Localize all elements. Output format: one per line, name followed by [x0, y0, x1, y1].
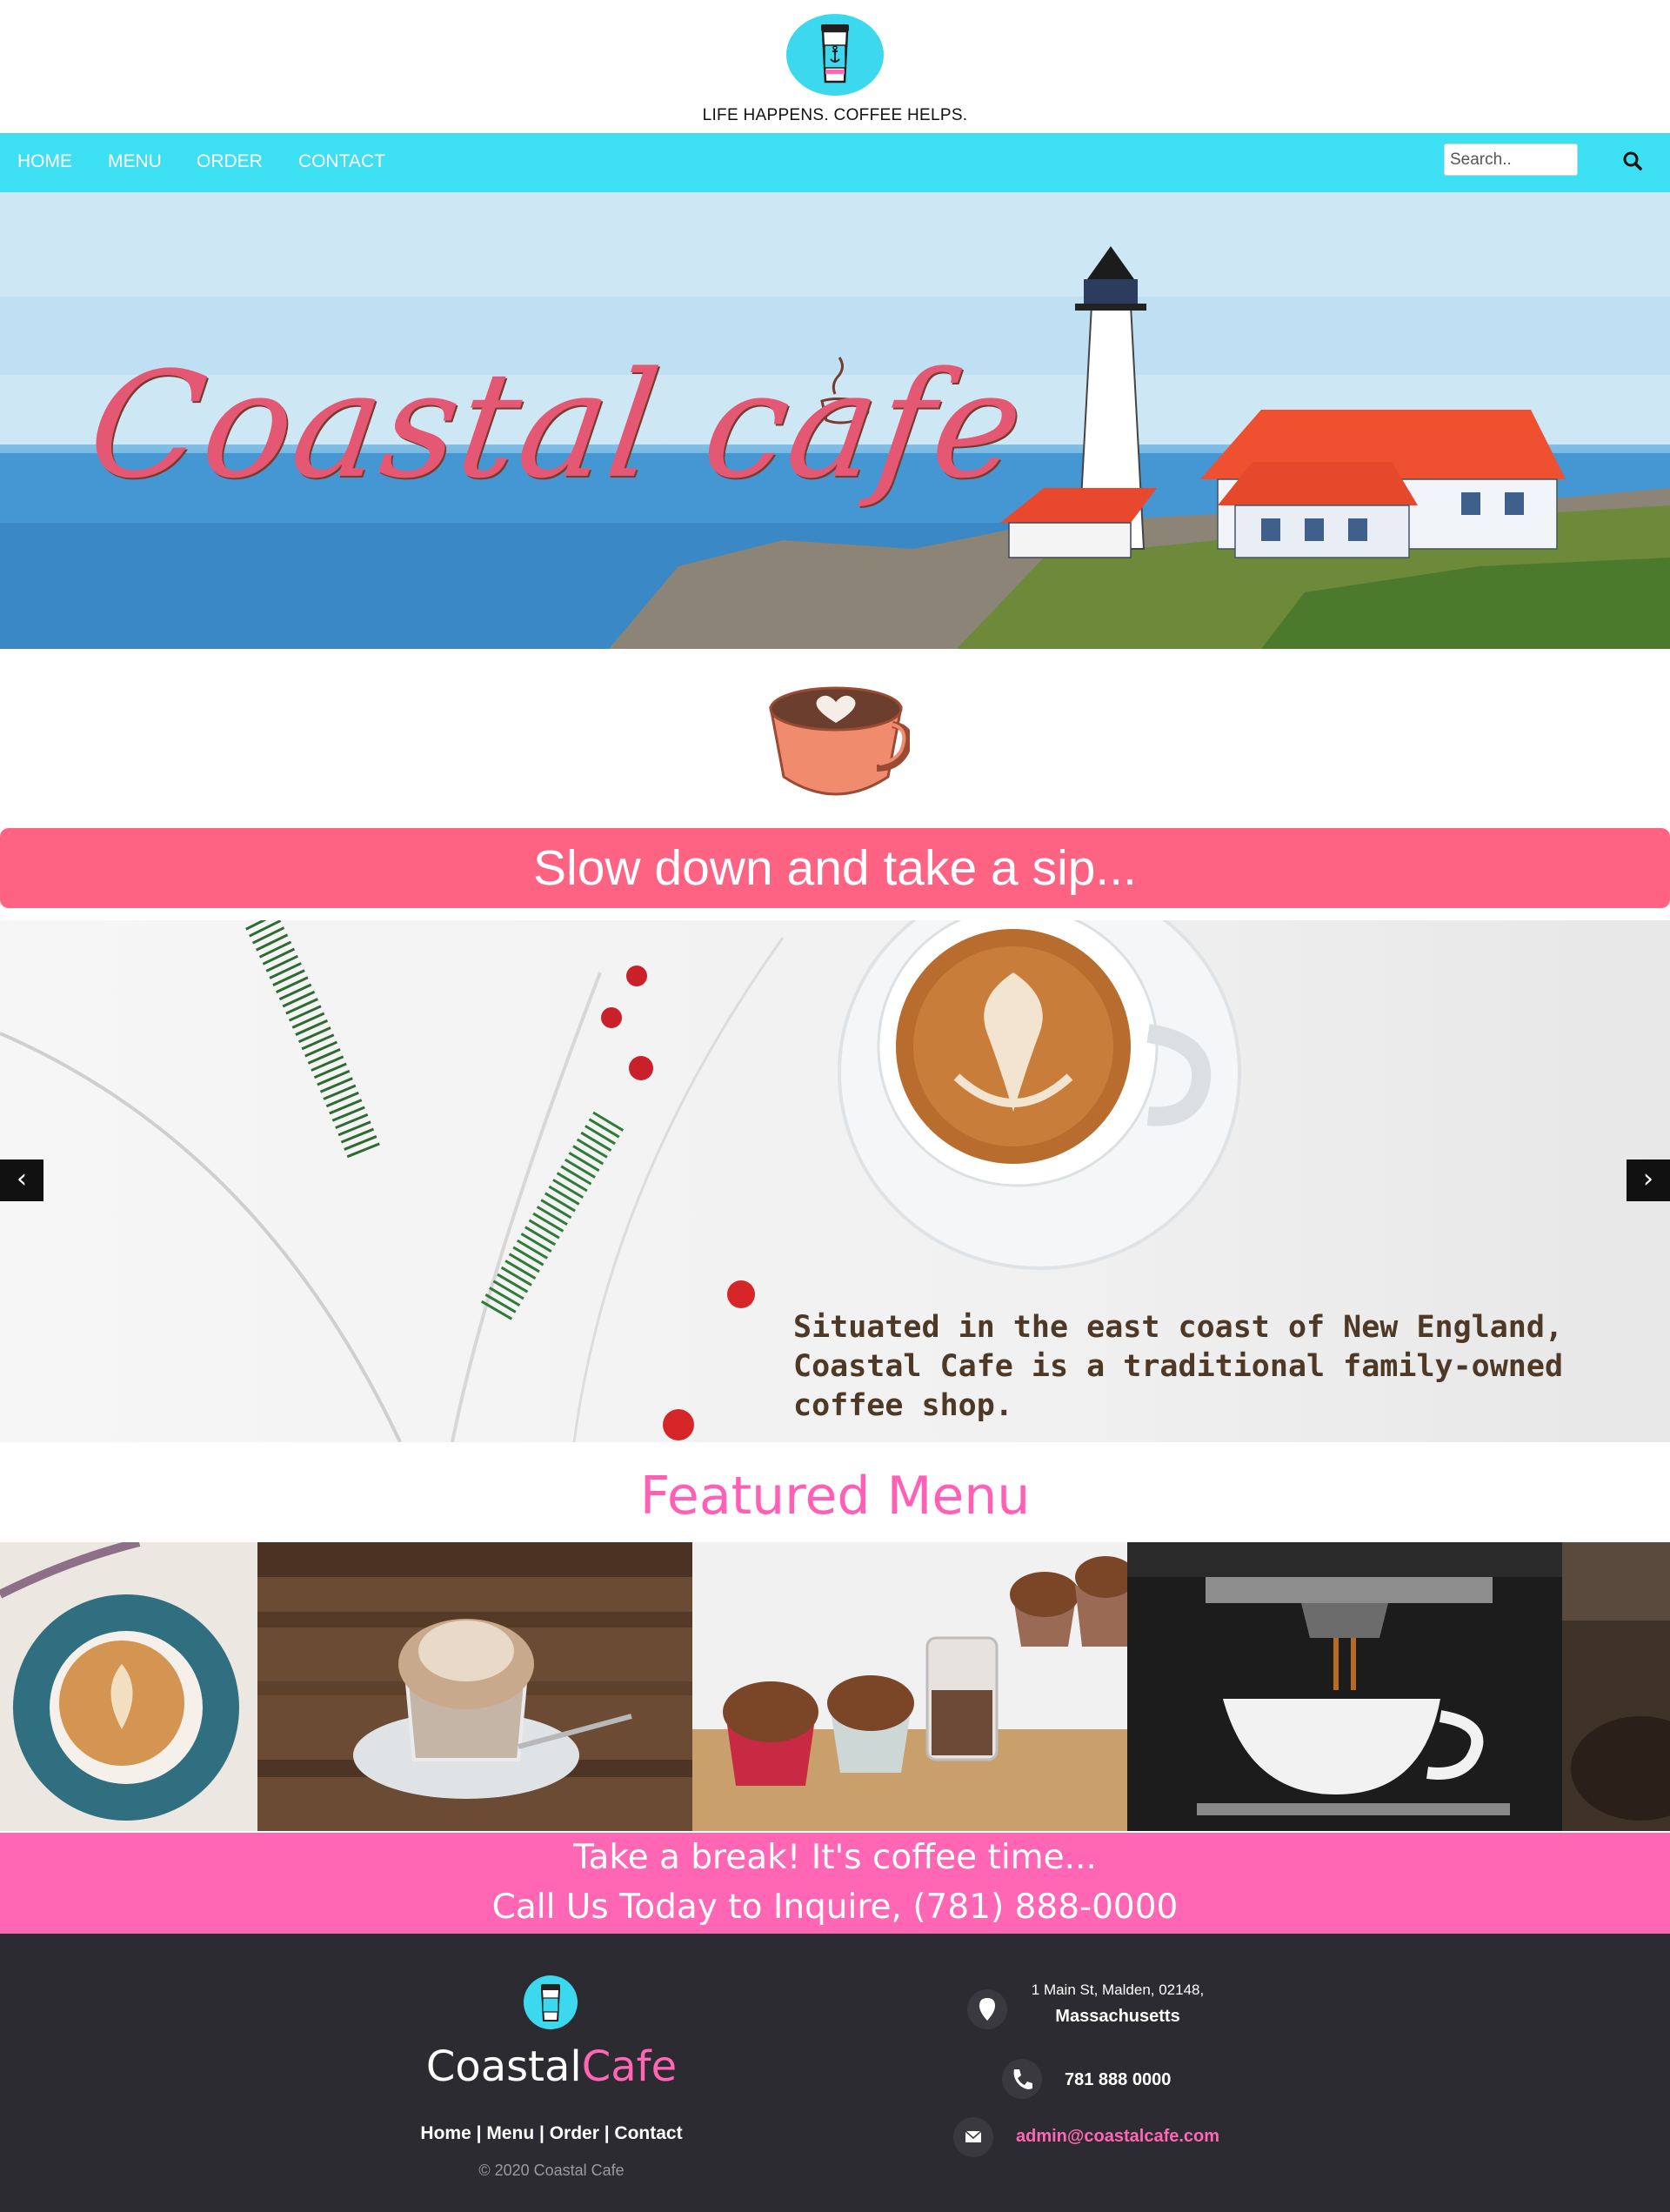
latte-photo — [0, 1542, 257, 1831]
carousel-caption-line: Coastal Cafe is a traditional family-own… — [793, 1349, 1564, 1384]
footer-copyright: © 2020 Coastal Cafe — [478, 2162, 625, 2179]
site-logo[interactable] — [786, 14, 884, 96]
phone-icon — [1002, 2059, 1042, 2099]
espresso-photo — [1127, 1542, 1562, 1831]
footer-brand-part1: Coastal — [425, 2042, 582, 2091]
coffee-time-banner: Take a break! It's coffee time... Call U… — [0, 1833, 1670, 1934]
nav-order-link[interactable]: ORDER — [197, 151, 263, 172]
nav-contact-link[interactable]: CONTACT — [298, 151, 385, 172]
footer-link-separator: | — [534, 2123, 550, 2143]
carousel-caption-line: Situated in the east coast of New Englan… — [793, 1310, 1564, 1345]
sip-banner-text: Slow down and take a sip... — [533, 840, 1137, 896]
main-nav: HOME MENU ORDER CONTACT — [0, 133, 1670, 192]
site-header: LIFE HAPPENS. COFFEE HELPS. — [0, 0, 1670, 133]
coffee-time-text: Take a break! It's coffee time... — [573, 1838, 1097, 1877]
footer-brand-part2: Cafe — [581, 2042, 678, 2091]
carousel-prev-button[interactable]: ‹ — [0, 1159, 43, 1201]
footer-link-separator: | — [598, 2123, 615, 2143]
coffee-cup-logo-icon — [540, 1984, 561, 2022]
hero-title: Coastal cafe — [79, 340, 1035, 511]
footer-email[interactable]: admin@coastalcafe.com — [1016, 2127, 1219, 2147]
footer-link-home[interactable]: Home — [420, 2123, 471, 2143]
search-icon — [1623, 151, 1642, 170]
featured-item-partial[interactable] — [1562, 1542, 1670, 1831]
footer-brand: CoastalCafe — [0, 2042, 1103, 2091]
nav-home-link[interactable]: HOME — [17, 151, 72, 172]
footer-link-contact[interactable]: Contact — [614, 2123, 682, 2143]
footer-links: Home | Menu | Order | Contact — [0, 2123, 1103, 2144]
hot-chocolate-photo — [257, 1542, 692, 1831]
image-carousel: Situated in the east coast of New Englan… — [0, 920, 1670, 1442]
footer-address-line2: Massachusetts — [1055, 2007, 1180, 2026]
carousel-next-button[interactable]: › — [1627, 1159, 1670, 1201]
footer-logo[interactable] — [524, 1975, 578, 2029]
carousel-caption: Situated in the east coast of New Englan… — [793, 1308, 1576, 1426]
footer-address-line1: 1 Main St, Malden, 02148, — [1031, 1981, 1205, 1998]
nav-menu-link[interactable]: MENU — [108, 151, 162, 172]
featured-menu-strip — [0, 1542, 1670, 1831]
hero-banner: Coastal cafe — [0, 192, 1670, 649]
call-us-text[interactable]: Call Us Today to Inquire, (781) 888-0000 — [0, 1882, 1670, 1932]
coffee-cup-logo-icon — [821, 24, 849, 84]
envelope-icon — [953, 2117, 993, 2157]
cupcakes-photo — [692, 1542, 1127, 1831]
footer-phone[interactable]: 781 888 0000 — [1065, 2070, 1171, 2090]
featured-menu-title: Featured Menu — [639, 1466, 1031, 1527]
site-tagline: LIFE HAPPENS. COFFEE HELPS. — [702, 106, 968, 124]
search-button[interactable] — [1620, 148, 1647, 176]
featured-item-espresso[interactable] — [1127, 1542, 1562, 1831]
featured-item-latte[interactable] — [0, 1542, 257, 1831]
featured-item-cupcakes[interactable] — [692, 1542, 1127, 1831]
footer-link-separator: | — [471, 2123, 487, 2143]
carousel-caption-line: coffee shop. — [793, 1388, 1013, 1423]
featured-item-hot-chocolate[interactable] — [257, 1542, 692, 1831]
search-input[interactable] — [1444, 144, 1578, 176]
footer-link-menu[interactable]: Menu — [486, 2123, 534, 2143]
partial-photo — [1562, 1542, 1670, 1831]
latte-cup-icon — [769, 686, 910, 796]
sip-banner: Slow down and take a sip... — [0, 828, 1670, 908]
footer-link-order[interactable]: Order — [550, 2123, 599, 2143]
site-footer: CoastalCafe Home | Menu | Order | Contac… — [0, 1934, 1670, 2212]
